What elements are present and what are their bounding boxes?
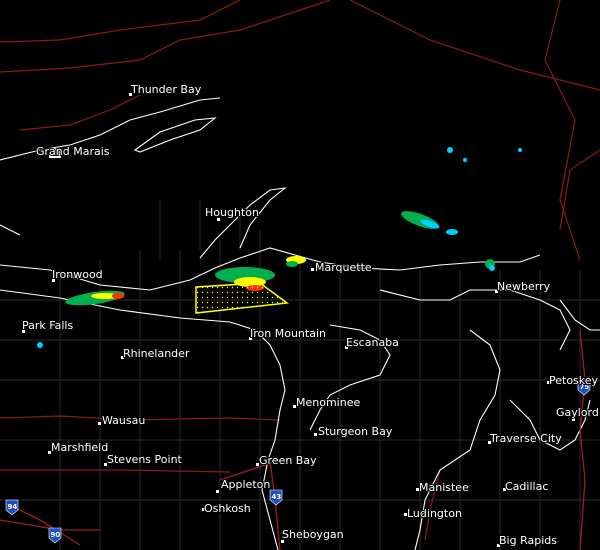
- shield-i43-icon: 43: [269, 489, 283, 506]
- shield-i94-icon: 94: [5, 499, 19, 516]
- city-label-rhinelander: Rhinelander: [123, 347, 190, 360]
- city-label-houghton: Houghton: [205, 206, 259, 219]
- city-label-manistee: Manistee: [419, 481, 469, 494]
- shield-number: 90: [51, 531, 61, 539]
- city-label-escanaba: Escanaba: [346, 336, 399, 349]
- city-label-petoskey: Petoskey: [549, 374, 599, 387]
- city-label-cadillac: Cadillac: [505, 480, 548, 493]
- city-label-marshfield: Marshfield: [51, 441, 108, 454]
- city-label-wausau: Wausau: [102, 414, 145, 427]
- city-label-menominee: Menominee: [296, 396, 360, 409]
- city-label-stevens-point: Stevens Point: [107, 453, 183, 466]
- city-label-grand-marais: Grand Marais: [36, 145, 110, 158]
- shield-number: 94: [8, 503, 18, 511]
- weather-radar-map: 75 43 94 90 Thunder Bay Grand Marais Hou…: [0, 0, 600, 550]
- city-label-traverse-city: Traverse City: [489, 432, 562, 445]
- city-label-ironwood: Ironwood: [52, 268, 103, 281]
- city-dot: [216, 490, 219, 493]
- city-label-iron-mountain: Iron Mountain: [250, 327, 326, 340]
- city-dot: [314, 433, 317, 436]
- city-dot: [98, 422, 101, 425]
- city-label-gaylord: Gaylord: [556, 406, 599, 419]
- city-label-appleton: Appleton: [221, 478, 270, 491]
- city-label-newberry: Newberry: [497, 280, 551, 293]
- shield-number: 43: [272, 493, 282, 501]
- radar-returns: [37, 147, 522, 348]
- city-label-big-rapids: Big Rapids: [499, 534, 557, 547]
- city-label-green-bay: Green Bay: [259, 454, 317, 467]
- city-label-sturgeon-bay: Sturgeon Bay: [318, 425, 393, 438]
- shield-i90-icon: 90: [48, 527, 62, 544]
- city-label-marquette: Marquette: [315, 261, 372, 274]
- warning-polygon: [195, 282, 289, 314]
- city-label-sheboygan: Sheboygan: [282, 528, 344, 541]
- city-label-ludington: Ludington: [407, 507, 462, 520]
- city-markers: Thunder Bay Grand Marais Houghton Marque…: [21, 82, 600, 548]
- county-lines: [0, 200, 600, 550]
- city-label-thunder-bay: Thunder Bay: [130, 83, 202, 96]
- city-label-park-falls: Park Falls: [22, 319, 73, 332]
- city-dot: [311, 268, 314, 271]
- city-label-oshkosh: Oshkosh: [204, 502, 251, 515]
